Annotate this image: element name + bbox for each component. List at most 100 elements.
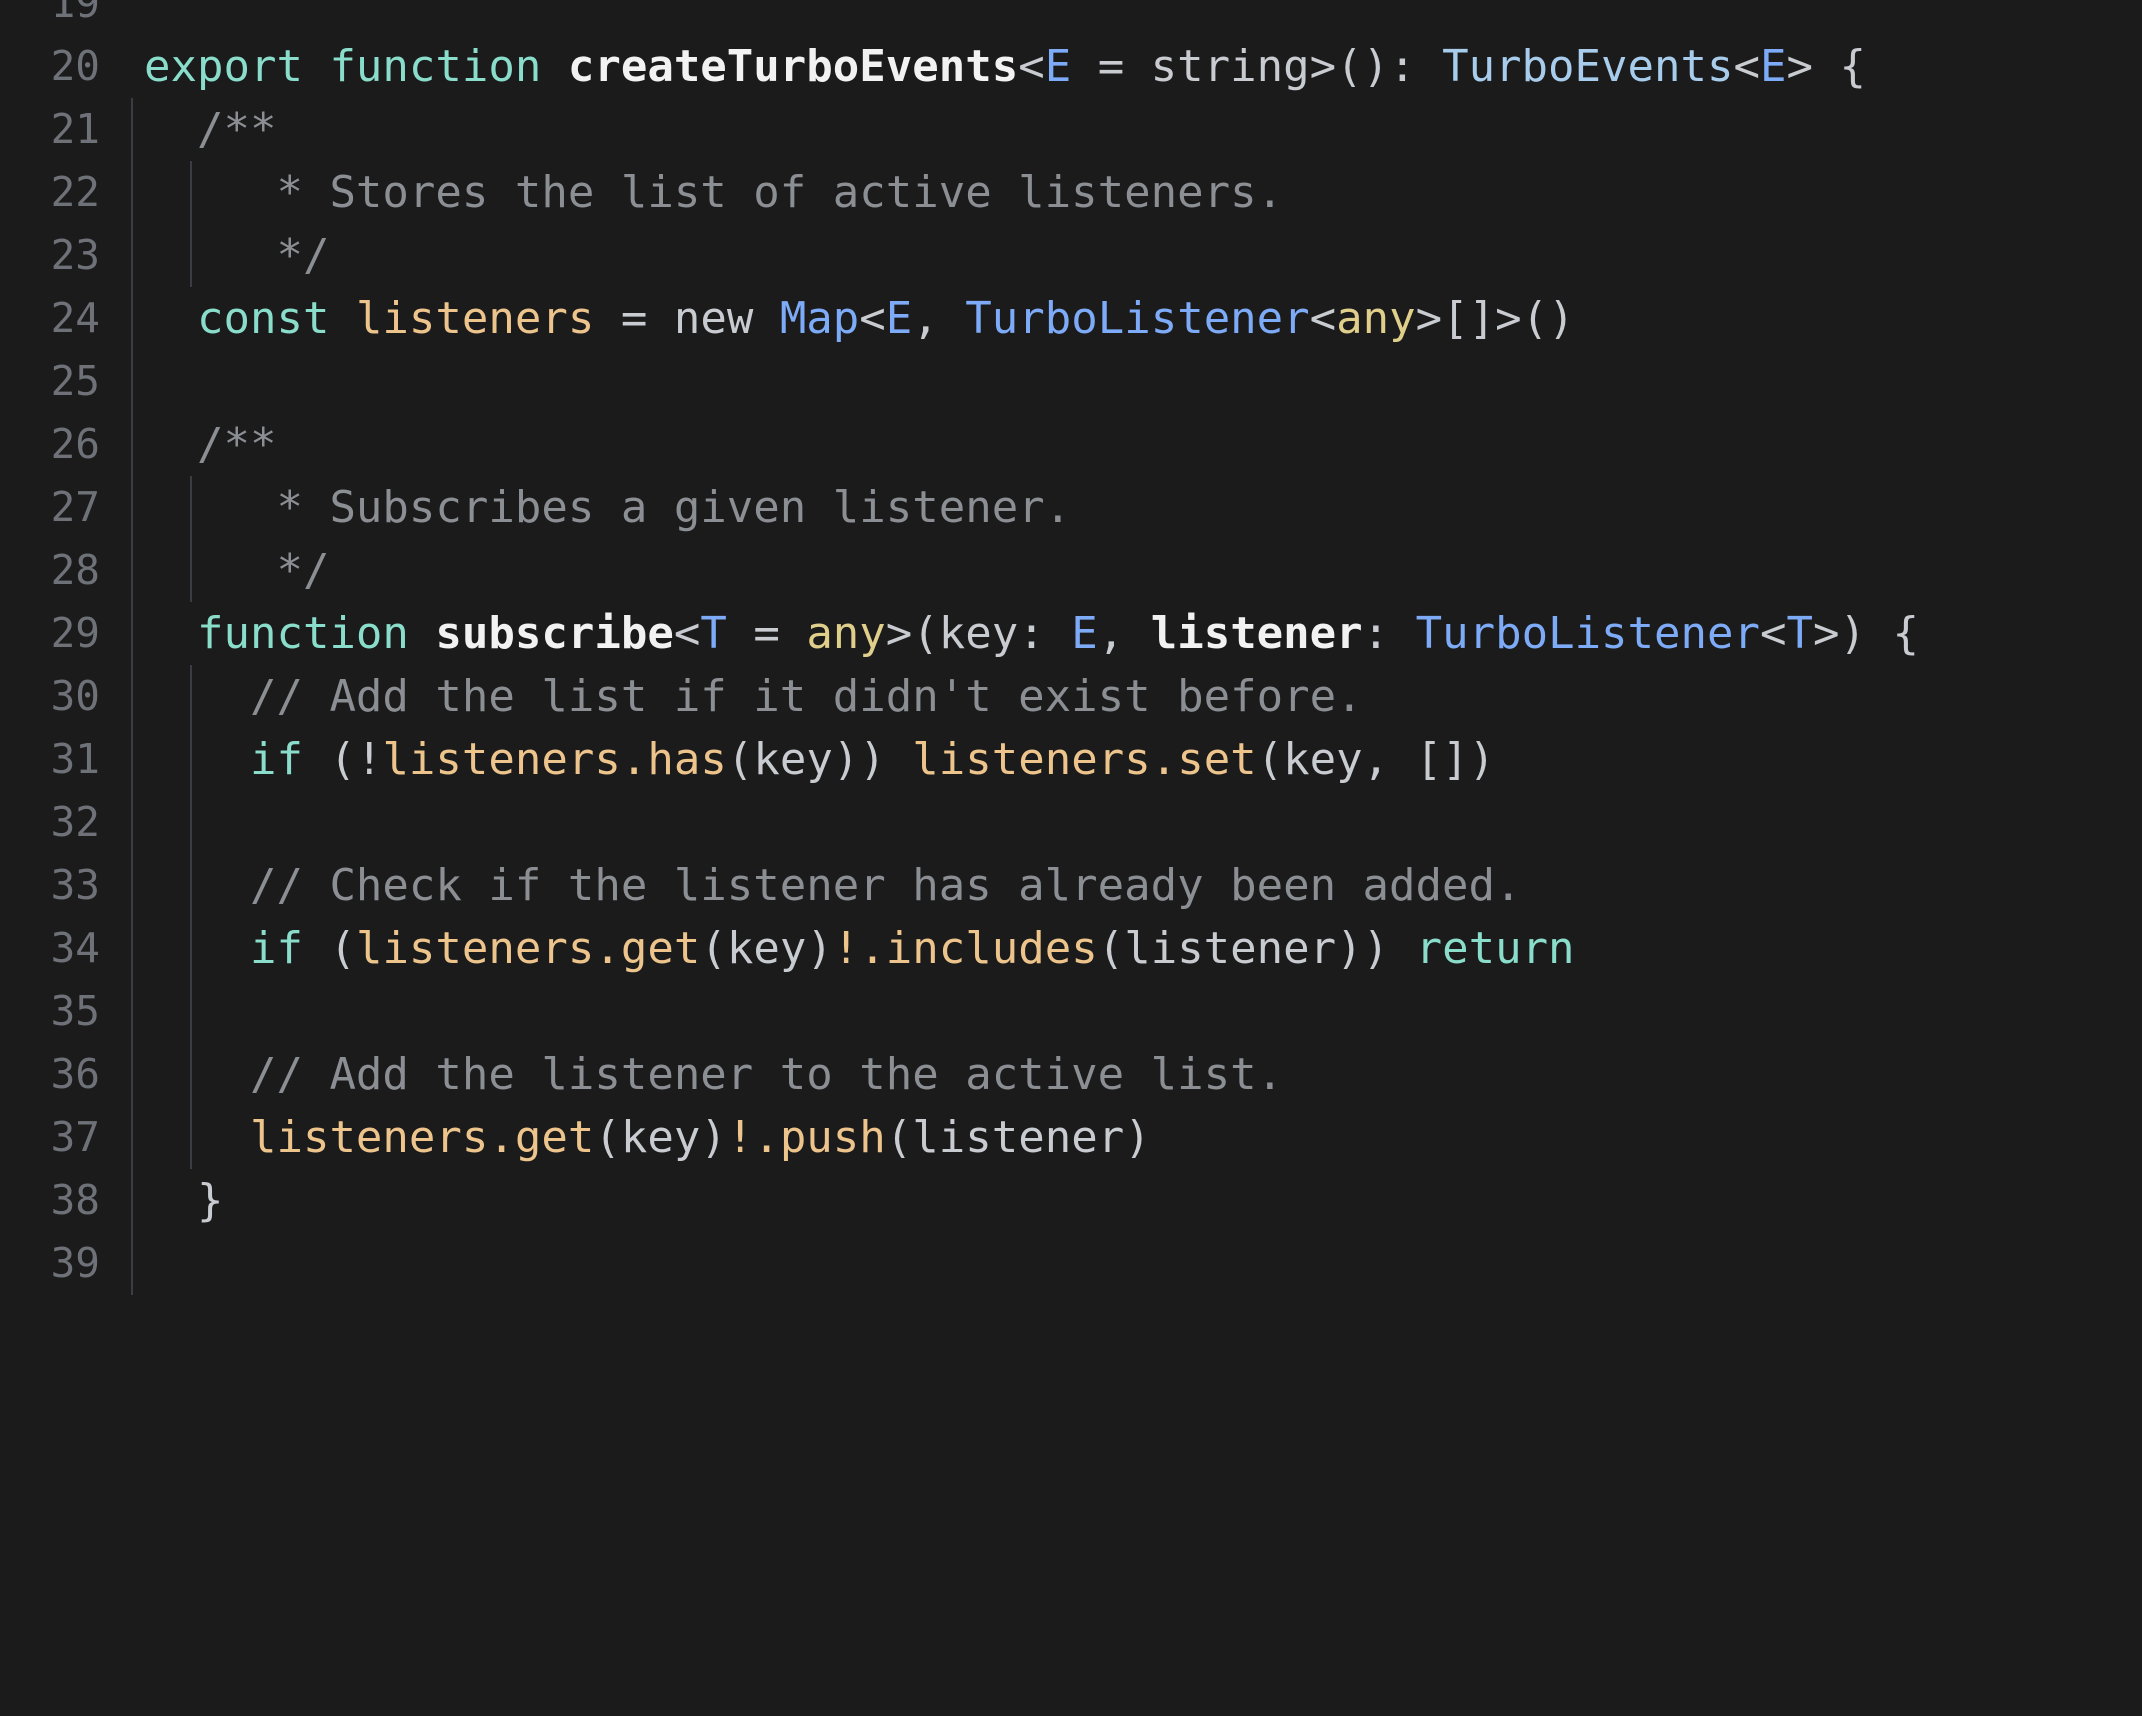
line-number: 25 (0, 350, 100, 413)
code-line[interactable]: 25 (0, 350, 2142, 413)
code-token: set (1177, 734, 1256, 785)
code-token: (key) (700, 923, 832, 974)
code-token: * Stores the list of active listeners. (250, 167, 1283, 218)
code-line-text: */ (144, 224, 329, 287)
code-line[interactable]: 21 /** (0, 98, 2142, 161)
code-line[interactable]: 36 // Add the listener to the active lis… (0, 1043, 2142, 1106)
code-line-text: */ (144, 539, 329, 602)
code-line-text: export function createTurboEvents<E = st… (144, 35, 1866, 98)
code-line[interactable]: 24 const listeners = new Map<E, TurboLis… (0, 287, 2142, 350)
line-number: 27 (0, 476, 100, 539)
indent-guide (131, 1169, 133, 1232)
indent-guide (131, 980, 133, 1043)
code-token: function (197, 608, 435, 659)
code-token: listeners (250, 1112, 488, 1163)
code-token: listeners (356, 923, 594, 974)
code-token: createTurboEvents (568, 41, 1018, 92)
code-line[interactable]: 37 listeners.get(key)!.push(listener) (0, 1106, 2142, 1169)
code-token: < (1018, 41, 1045, 92)
code-line[interactable]: 32 (0, 791, 2142, 854)
code-token: /** (197, 104, 276, 155)
code-line-text: function subscribe<T = any>(key: E, list… (144, 602, 1919, 665)
code-token: if (250, 923, 329, 974)
code-token: E (1760, 41, 1787, 92)
line-number: 39 (0, 1232, 100, 1295)
code-token: /** (197, 419, 276, 470)
code-token: push (780, 1112, 886, 1163)
code-line[interactable]: 20export function createTurboEvents<E = … (0, 35, 2142, 98)
code-token: T (1787, 608, 1814, 659)
code-token: < (1310, 293, 1337, 344)
code-line[interactable]: 39 (0, 1232, 2142, 1295)
code-line-text (144, 980, 250, 1043)
code-line[interactable]: 19 (0, 0, 2142, 35)
code-token: } (197, 1175, 224, 1226)
code-line[interactable]: 28 */ (0, 539, 2142, 602)
code-token: E (1045, 41, 1072, 92)
line-number: 38 (0, 1169, 100, 1232)
line-number: 23 (0, 224, 100, 287)
line-number: 31 (0, 728, 100, 791)
code-line[interactable]: 27 * Subscribes a given listener. (0, 476, 2142, 539)
line-number: 34 (0, 917, 100, 980)
code-line[interactable]: 33 // Check if the listener has already … (0, 854, 2142, 917)
code-token: > { (1786, 41, 1865, 92)
code-token: (key)) (727, 734, 912, 785)
line-number: 29 (0, 602, 100, 665)
code-token: // Check if the listener has already bee… (250, 860, 1522, 911)
code-token: T (700, 608, 727, 659)
code-line-text: if (!listeners.has(key)) listeners.set(k… (144, 728, 1495, 791)
code-line-text: const listeners = new Map<E, TurboListen… (144, 287, 1575, 350)
code-token: listeners (356, 293, 594, 344)
code-token: subscribe (435, 608, 673, 659)
code-line[interactable]: 35 (0, 980, 2142, 1043)
indent-guide (131, 224, 133, 287)
indent-guide (131, 539, 133, 602)
code-token: listeners (382, 734, 620, 785)
code-line-text: // Add the listener to the active list. (144, 1043, 1283, 1106)
code-line-text: // Check if the listener has already bee… (144, 854, 1522, 917)
code-token: if (250, 734, 329, 785)
code-line[interactable]: 30 // Add the list if it didn't exist be… (0, 665, 2142, 728)
code-line[interactable]: 38 } (0, 1169, 2142, 1232)
code-token: get (621, 923, 700, 974)
code-token: any (806, 608, 885, 659)
code-token: , (912, 293, 965, 344)
code-token: (! (329, 734, 382, 785)
code-line-text: listeners.get(key)!.push(listener) (144, 1106, 1151, 1169)
code-line-text (144, 791, 250, 854)
code-line[interactable]: 29 function subscribe<T = any>(key: E, l… (0, 602, 2142, 665)
code-token: < (859, 293, 886, 344)
code-line-text: if (listeners.get(key)!.includes(listene… (144, 917, 1575, 980)
code-token: E (1071, 608, 1098, 659)
code-token: (key, []) (1257, 734, 1495, 785)
indent-guide (131, 350, 133, 413)
line-number: 22 (0, 161, 100, 224)
indent-guide (131, 476, 133, 539)
code-line-text: /** (144, 98, 276, 161)
code-line[interactable]: 26 /** (0, 413, 2142, 476)
code-token: !. (833, 923, 886, 974)
code-token: (listener)) (1098, 923, 1416, 974)
code-line[interactable]: 34 if (listeners.get(key)!.includes(list… (0, 917, 2142, 980)
indent-guide (131, 728, 133, 791)
code-line-text (144, 350, 197, 413)
code-line[interactable]: 31 if (!listeners.has(key)) listeners.se… (0, 728, 2142, 791)
code-token: includes (886, 923, 1098, 974)
code-line[interactable]: 23 */ (0, 224, 2142, 287)
code-line[interactable]: 22 * Stores the list of active listeners… (0, 161, 2142, 224)
code-token: !. (727, 1112, 780, 1163)
code-token: */ (250, 230, 329, 281)
code-token: E (886, 293, 913, 344)
line-number: 26 (0, 413, 100, 476)
code-editor[interactable]: 1920export function createTurboEvents<E … (0, 0, 2142, 1716)
line-number: 32 (0, 791, 100, 854)
code-token: new (674, 293, 780, 344)
code-line-text: } (144, 1169, 223, 1232)
code-token: */ (250, 545, 329, 596)
code-token: >[]>() (1416, 293, 1575, 344)
code-token: function (329, 41, 567, 92)
indent-guide (131, 791, 133, 854)
code-token: * Subscribes a given listener. (250, 482, 1071, 533)
line-number: 36 (0, 1043, 100, 1106)
